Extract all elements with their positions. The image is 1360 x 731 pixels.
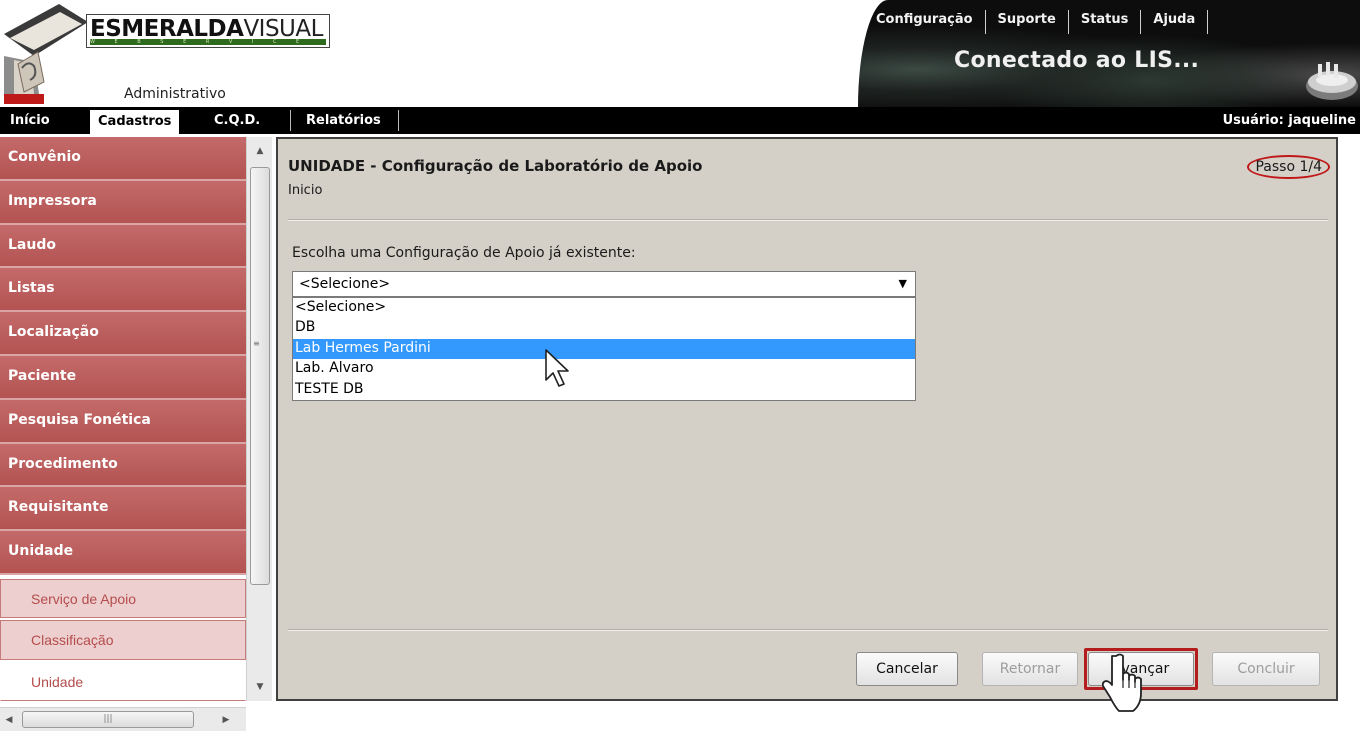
nav-cqd[interactable]: C.Q.D. bbox=[206, 107, 268, 134]
sidebar-item-laudo[interactable]: Laudo bbox=[0, 224, 246, 269]
chevron-down-icon[interactable]: ▼ bbox=[899, 272, 907, 296]
top-menu: Configuração Suporte Status Ajuda bbox=[870, 10, 1209, 34]
divider bbox=[288, 219, 1328, 221]
sidebar-subitem-servico-de-apoio[interactable]: Serviço de Apoio bbox=[0, 578, 246, 619]
brand-logo: ESMERALDAVISUAL W E B S E R V I C E bbox=[86, 14, 330, 48]
back-button[interactable]: Retornar bbox=[982, 652, 1078, 686]
connection-status: Conectado ao LIS... bbox=[954, 48, 1200, 73]
wizard-panel: UNIDADE - Configuração de Laboratório de… bbox=[276, 137, 1338, 701]
top-menu-configuracao[interactable]: Configuração bbox=[870, 10, 986, 34]
nav-relatorios[interactable]: Relatórios bbox=[298, 107, 389, 134]
dropdown-option[interactable]: DB bbox=[293, 318, 915, 338]
finish-button[interactable]: Concluir bbox=[1212, 652, 1320, 686]
scrollbar-thumb[interactable] bbox=[250, 167, 270, 585]
module-label: Administrativo bbox=[124, 86, 226, 102]
sidebar: Convênio Impressora Laudo Listas Localiz… bbox=[0, 137, 246, 701]
step-indicator: Passo 1/4 bbox=[1247, 155, 1330, 179]
sidebar-item-localizacao[interactable]: Localização bbox=[0, 312, 246, 356]
scroll-right-arrow-icon[interactable]: ▶ bbox=[206, 708, 246, 731]
sidebar-subitem-unidade[interactable]: Unidade bbox=[0, 661, 246, 701]
nav-inicio[interactable]: Início bbox=[2, 107, 58, 134]
scrollbar-grip-icon: ≡ bbox=[253, 339, 260, 348]
top-menu-ajuda[interactable]: Ajuda bbox=[1141, 10, 1209, 34]
rolodex-logo-icon bbox=[4, 4, 88, 104]
scroll-down-arrow-icon[interactable]: ▼ bbox=[247, 673, 273, 701]
main-nav: Início Cadastros C.Q.D. Relatórios Usuár… bbox=[0, 107, 1360, 134]
page-title: UNIDADE - Configuração de Laboratório de… bbox=[288, 157, 703, 175]
config-dropdown-list: <Selecione> DB Lab Hermes Pardini Lab. A… bbox=[292, 297, 916, 401]
sidebar-item-paciente[interactable]: Paciente bbox=[0, 355, 246, 400]
sidebar-item-pesquisa-fonetica[interactable]: Pesquisa Fonética bbox=[0, 399, 246, 444]
dropdown-option[interactable]: TESTE DB bbox=[293, 380, 915, 400]
scroll-up-arrow-icon[interactable]: ▲ bbox=[247, 137, 273, 165]
config-select-label: Escolha uma Configuração de Apoio já exi… bbox=[292, 245, 636, 261]
dropdown-option[interactable]: <Selecione> bbox=[293, 298, 915, 318]
config-select-value: <Selecione> bbox=[299, 276, 391, 292]
arrow-cursor-icon bbox=[545, 349, 569, 387]
top-menu-suporte[interactable]: Suporte bbox=[986, 10, 1069, 34]
nav-divider bbox=[398, 110, 399, 131]
page-subtitle: Inicio bbox=[288, 183, 323, 198]
dropdown-option-highlighted[interactable]: Lab Hermes Pardini bbox=[293, 338, 915, 360]
sidebar-item-listas[interactable]: Listas bbox=[0, 268, 246, 313]
sidebar-subitem-classificacao[interactable]: Classificação bbox=[0, 620, 246, 660]
sidebar-item-procedimento[interactable]: Procedimento bbox=[0, 443, 246, 488]
hand-pointer-cursor-icon bbox=[1102, 653, 1142, 712]
config-select[interactable]: <Selecione> ▼ bbox=[292, 271, 916, 297]
cancel-button[interactable]: Cancelar bbox=[856, 652, 958, 686]
sidebar-item-impressora[interactable]: Impressora bbox=[0, 180, 246, 225]
sidebar-item-convenio[interactable]: Convênio bbox=[0, 137, 246, 181]
lab-equipment-icon bbox=[1306, 62, 1358, 100]
scroll-left-arrow-icon[interactable]: ◀ bbox=[0, 708, 18, 731]
user-label: Usuário: jaqueline bbox=[1222, 113, 1356, 128]
sidebar-vertical-scrollbar[interactable]: ▲ ≡ ▼ bbox=[246, 137, 272, 701]
sidebar-item-requisitante[interactable]: Requisitante bbox=[0, 487, 246, 532]
nav-divider bbox=[290, 110, 291, 131]
top-menu-status[interactable]: Status bbox=[1069, 10, 1142, 34]
divider bbox=[288, 629, 1328, 631]
sidebar-item-unidade[interactable]: Unidade bbox=[0, 531, 246, 575]
app-header: ESMERALDAVISUAL W E B S E R V I C E Admi… bbox=[0, 0, 1360, 107]
dropdown-option[interactable]: Lab. Alvaro bbox=[293, 359, 915, 379]
logo-tagline: W E B S E R V I C E bbox=[90, 39, 326, 45]
nav-cadastros[interactable]: Cadastros bbox=[90, 110, 180, 134]
horizontal-scrollbar-thumb[interactable]: ||| bbox=[22, 711, 194, 728]
sidebar-horizontal-scrollbar[interactable]: ◀ ||| ▶ bbox=[0, 707, 246, 731]
